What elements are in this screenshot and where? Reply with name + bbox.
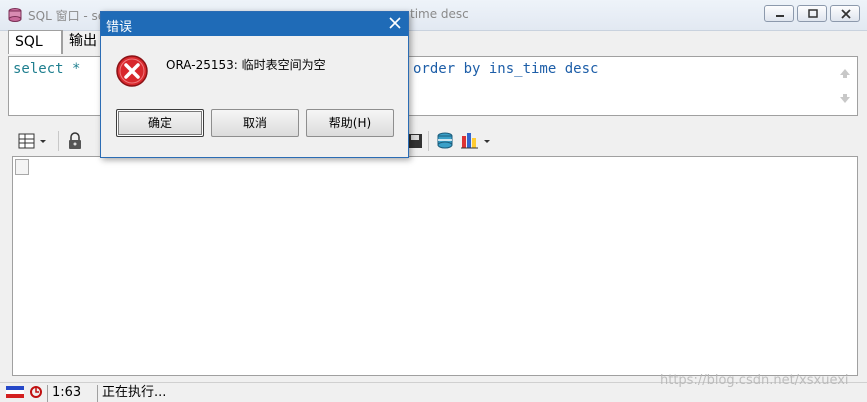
toolbar-separator xyxy=(428,131,429,151)
minimize-icon xyxy=(776,15,784,17)
error-icon xyxy=(116,55,148,87)
maximize-button[interactable] xyxy=(797,5,827,22)
ok-button[interactable]: 确定 xyxy=(116,109,204,137)
watermark: https://blog.csdn.net/xsxuexi xyxy=(660,373,849,388)
window-title: SQL 窗口 - se xyxy=(28,9,106,23)
window-title-tail: time desc xyxy=(410,7,469,21)
tab-sql[interactable]: SQL xyxy=(8,30,62,54)
grid-corner-cell[interactable] xyxy=(15,159,29,175)
scroll-up-icon[interactable] xyxy=(839,67,851,79)
chart-icon[interactable] xyxy=(460,130,494,152)
close-icon[interactable] xyxy=(388,16,402,30)
sql-text-end: order by ins_time desc xyxy=(413,61,599,77)
lock-icon[interactable] xyxy=(64,130,86,152)
executing-icon xyxy=(30,386,42,398)
connection-flag-icon xyxy=(6,386,24,398)
database-app-icon xyxy=(8,8,22,22)
dialog-title: 错误 xyxy=(106,20,133,35)
minimize-button[interactable] xyxy=(764,5,794,22)
error-message: ORA-25153: 临时表空间为空 xyxy=(166,58,326,72)
status-message: 正在执行... xyxy=(97,385,397,402)
database-query-icon[interactable] xyxy=(434,130,456,152)
dialog-titlebar: 错误 xyxy=(101,12,408,36)
cursor-position: 1:63 xyxy=(47,385,95,402)
toolbar-separator xyxy=(58,131,59,151)
grid-layout-icon[interactable] xyxy=(16,130,52,152)
close-window-button[interactable] xyxy=(830,5,860,22)
close-icon xyxy=(841,9,851,19)
help-button[interactable]: 帮助(H) xyxy=(306,109,394,137)
error-dialog: 错误 ORA-25153: 临时表空间为空 确定 取消 帮助(H) xyxy=(100,11,409,158)
cancel-button[interactable]: 取消 xyxy=(211,109,299,137)
maximize-icon xyxy=(808,9,818,18)
scroll-down-icon[interactable] xyxy=(839,93,851,105)
results-grid[interactable] xyxy=(12,156,858,376)
sql-text-start: select * xyxy=(13,61,81,77)
